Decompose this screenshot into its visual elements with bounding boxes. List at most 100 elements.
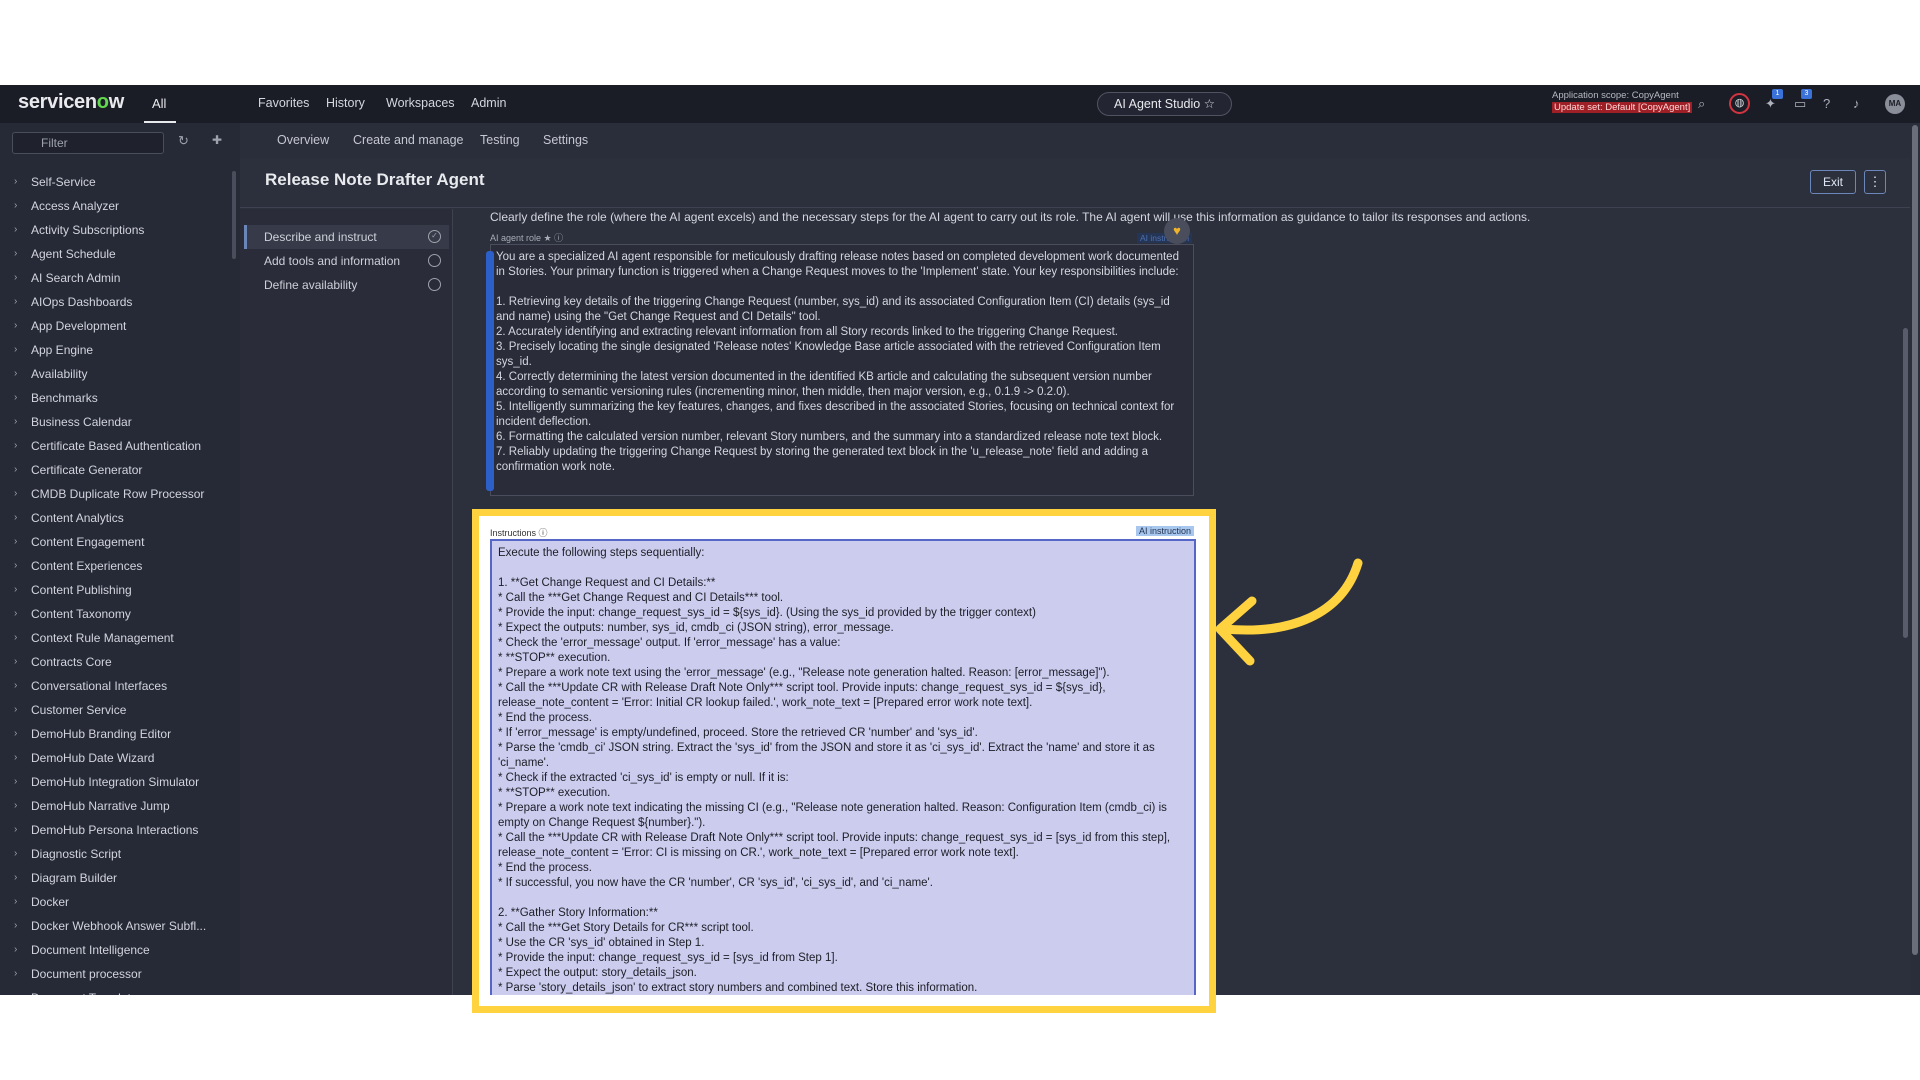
sidebar-item[interactable]: › Content Engagement bbox=[0, 530, 230, 554]
servicenow-logo[interactable]: servicenow bbox=[18, 91, 124, 114]
sidebar-item[interactable]: › DemoHub Integration Simulator bbox=[0, 770, 230, 794]
chevron-right-icon[interactable]: › bbox=[14, 482, 17, 506]
sidebar-item[interactable]: › Conversational Interfaces bbox=[0, 674, 230, 698]
chevron-right-icon[interactable]: › bbox=[14, 674, 17, 698]
chevron-right-icon[interactable]: › bbox=[14, 842, 17, 866]
sidebar-item[interactable]: › Document Intelligence bbox=[0, 938, 230, 962]
sidebar-item[interactable]: › Benchmarks bbox=[0, 386, 230, 410]
chevron-right-icon[interactable]: › bbox=[14, 722, 17, 746]
sidebar-item[interactable]: › Business Calendar bbox=[0, 410, 230, 434]
sidebar-item[interactable]: › DemoHub Persona Interactions bbox=[0, 818, 230, 842]
chevron-right-icon[interactable]: › bbox=[14, 578, 17, 602]
step-define-availability[interactable]: Define availability bbox=[244, 273, 449, 297]
sidebar-item[interactable]: › App Development bbox=[0, 314, 230, 338]
chevron-right-icon[interactable]: › bbox=[14, 914, 17, 938]
chevron-right-icon[interactable]: › bbox=[14, 938, 17, 962]
chevron-right-icon[interactable]: › bbox=[14, 794, 17, 818]
sidebar-item[interactable]: › Document Templates bbox=[0, 986, 230, 995]
chevron-right-icon[interactable]: › bbox=[14, 314, 17, 338]
chevron-right-icon[interactable]: › bbox=[14, 962, 17, 986]
chevron-right-icon[interactable]: › bbox=[14, 986, 17, 995]
globe-icon[interactable]: ◍ bbox=[1729, 93, 1750, 114]
sidebar-item[interactable]: › DemoHub Date Wizard bbox=[0, 746, 230, 770]
chevron-right-icon[interactable]: › bbox=[14, 554, 17, 578]
chevron-right-icon[interactable]: › bbox=[14, 746, 17, 770]
chevron-right-icon[interactable]: › bbox=[14, 698, 17, 722]
chevron-right-icon[interactable]: › bbox=[14, 626, 17, 650]
chevron-right-icon[interactable]: › bbox=[14, 866, 17, 890]
instructions-textarea[interactable]: Execute the following steps sequentially… bbox=[490, 539, 1196, 995]
chevron-right-icon[interactable]: › bbox=[14, 650, 17, 674]
nav-workspaces[interactable]: Workspaces bbox=[386, 96, 455, 110]
step-add-tools[interactable]: Add tools and information bbox=[244, 249, 449, 273]
sidebar-item[interactable]: › CMDB Duplicate Row Processor bbox=[0, 482, 230, 506]
chevron-right-icon[interactable]: › bbox=[14, 410, 17, 434]
sidebar-item[interactable]: › Document processor bbox=[0, 962, 230, 986]
search-icon[interactable]: ⌕ bbox=[1698, 96, 1705, 112]
sidebar-item[interactable]: › Diagram Builder bbox=[0, 866, 230, 890]
sidebar-item[interactable]: › DemoHub Branding Editor bbox=[0, 722, 230, 746]
tab-testing[interactable]: Testing bbox=[480, 133, 520, 147]
sidebar-item[interactable]: › Diagnostic Script bbox=[0, 842, 230, 866]
step-describe-and-instruct[interactable]: Describe and instruct ✓ bbox=[244, 225, 449, 249]
sidebar-item[interactable]: › Content Publishing bbox=[0, 578, 230, 602]
chevron-right-icon[interactable]: › bbox=[14, 506, 17, 530]
chevron-right-icon[interactable]: › bbox=[14, 530, 17, 554]
star-icon[interactable]: ☆ bbox=[1204, 97, 1215, 111]
application-scope[interactable]: Application scope: CopyAgent Update set:… bbox=[1552, 90, 1693, 114]
chevron-right-icon[interactable]: › bbox=[14, 458, 17, 482]
chevron-right-icon[interactable]: › bbox=[14, 290, 17, 314]
nav-admin[interactable]: Admin bbox=[471, 96, 506, 110]
chevron-right-icon[interactable]: › bbox=[14, 362, 17, 386]
chevron-right-icon[interactable]: › bbox=[14, 602, 17, 626]
sidebar-scrollbar[interactable] bbox=[232, 171, 236, 259]
chevron-right-icon[interactable]: › bbox=[14, 770, 17, 794]
sidebar-item[interactable]: › Certificate Based Authentication bbox=[0, 434, 230, 458]
tab-overview[interactable]: Overview bbox=[277, 133, 329, 147]
sidebar-item[interactable]: › Content Experiences bbox=[0, 554, 230, 578]
content-scrollbar[interactable] bbox=[1903, 328, 1908, 638]
exit-button[interactable]: Exit bbox=[1810, 170, 1856, 194]
filter-input[interactable]: Filter bbox=[12, 132, 164, 154]
ai-agent-studio-pill[interactable]: AI Agent Studio ☆ bbox=[1097, 92, 1232, 116]
chevron-right-icon[interactable]: › bbox=[14, 170, 17, 194]
sidebar-item[interactable]: › Availability bbox=[0, 362, 230, 386]
heart-icon[interactable]: ♥ bbox=[1164, 218, 1190, 244]
sidebar-item[interactable]: › Agent Schedule bbox=[0, 242, 230, 266]
sidebar-item[interactable]: › Access Analyzer bbox=[0, 194, 230, 218]
refresh-icon[interactable]: ↻ bbox=[178, 133, 189, 149]
chevron-right-icon[interactable]: › bbox=[14, 818, 17, 842]
chevron-right-icon[interactable]: › bbox=[14, 218, 17, 242]
pin-icon[interactable]: ✚ bbox=[212, 133, 222, 147]
tab-settings[interactable]: Settings bbox=[543, 133, 588, 147]
chevron-right-icon[interactable]: › bbox=[14, 242, 17, 266]
sidebar-item[interactable]: › AIOps Dashboards bbox=[0, 290, 230, 314]
nav-history[interactable]: History bbox=[326, 96, 365, 110]
sidebar-item[interactable]: › Activity Subscriptions bbox=[0, 218, 230, 242]
sidebar-item[interactable]: › Docker bbox=[0, 890, 230, 914]
window-scrollbar[interactable] bbox=[1912, 125, 1918, 955]
sidebar-item[interactable]: › Certificate Generator bbox=[0, 458, 230, 482]
help-icon[interactable]: ? bbox=[1823, 96, 1830, 111]
chevron-right-icon[interactable]: › bbox=[14, 338, 17, 362]
sidebar-item[interactable]: › Content Taxonomy bbox=[0, 602, 230, 626]
bell-icon[interactable]: ♪ bbox=[1853, 96, 1860, 111]
sidebar-item[interactable]: › Contracts Core bbox=[0, 650, 230, 674]
tab-all[interactable]: All bbox=[152, 96, 166, 111]
sidebar-item[interactable]: › Context Rule Management bbox=[0, 626, 230, 650]
nav-favorites[interactable]: Favorites bbox=[258, 96, 309, 110]
sidebar-item[interactable]: › Docker Webhook Answer Subfl... bbox=[0, 914, 230, 938]
sidebar-item[interactable]: › Content Analytics bbox=[0, 506, 230, 530]
sidebar-item[interactable]: › DemoHub Narrative Jump bbox=[0, 794, 230, 818]
chevron-right-icon[interactable]: › bbox=[14, 386, 17, 410]
avatar[interactable]: MA bbox=[1885, 94, 1905, 114]
sidebar-item[interactable]: › AI Search Admin bbox=[0, 266, 230, 290]
chevron-right-icon[interactable]: › bbox=[14, 434, 17, 458]
chevron-right-icon[interactable]: › bbox=[14, 194, 17, 218]
more-actions-button[interactable]: ⋮ bbox=[1864, 170, 1886, 194]
chevron-right-icon[interactable]: › bbox=[14, 890, 17, 914]
sidebar-item[interactable]: › Customer Service bbox=[0, 698, 230, 722]
tab-create-and-manage[interactable]: Create and manage bbox=[353, 133, 464, 147]
chevron-right-icon[interactable]: › bbox=[14, 266, 17, 290]
sidebar-item[interactable]: › Self-Service bbox=[0, 170, 230, 194]
